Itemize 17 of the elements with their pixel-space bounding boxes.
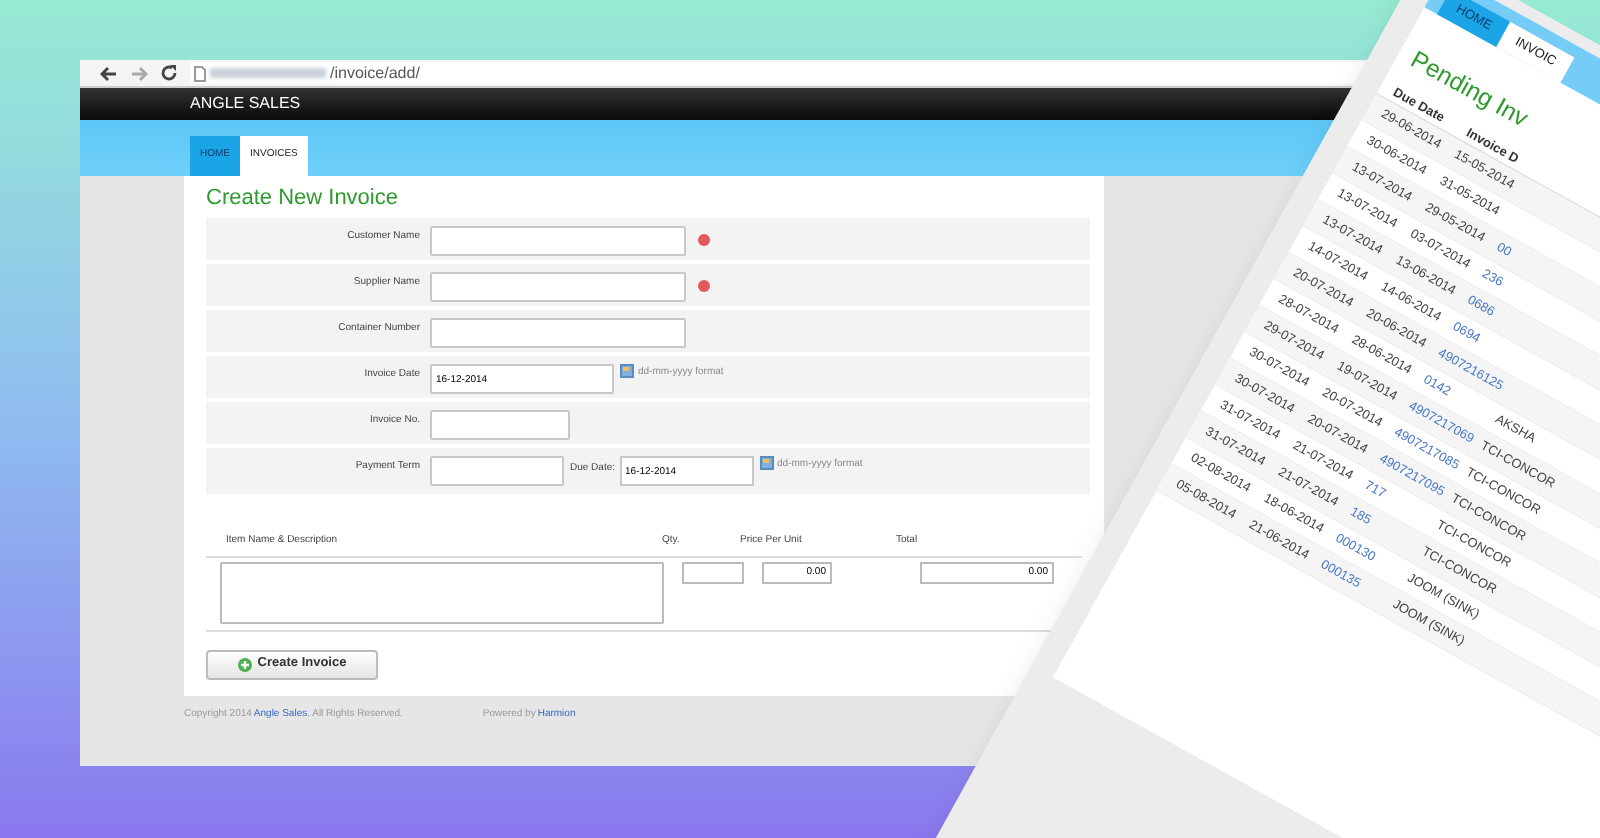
reload-icon[interactable] [160,64,178,82]
text-field[interactable] [430,456,564,486]
calendar-icon[interactable] [759,456,774,470]
plus-icon [237,657,252,671]
item-description-field[interactable] [220,561,664,623]
back-arrow-icon[interactable] [100,65,118,81]
text-field[interactable] [430,226,686,256]
address-bar-url[interactable]: /invoice/add/ [330,65,420,81]
text-field[interactable] [430,410,570,440]
form-title: Create New Invoice [206,184,400,214]
text-field[interactable] [430,318,686,348]
blurred-text [210,68,326,78]
calendar-icon[interactable] [620,364,634,378]
forward-arrow-icon[interactable] [130,65,148,81]
text-field[interactable] [430,272,686,302]
quantity-field[interactable] [682,561,744,583]
brand-name[interactable]: ANGLE SALES [190,92,301,116]
